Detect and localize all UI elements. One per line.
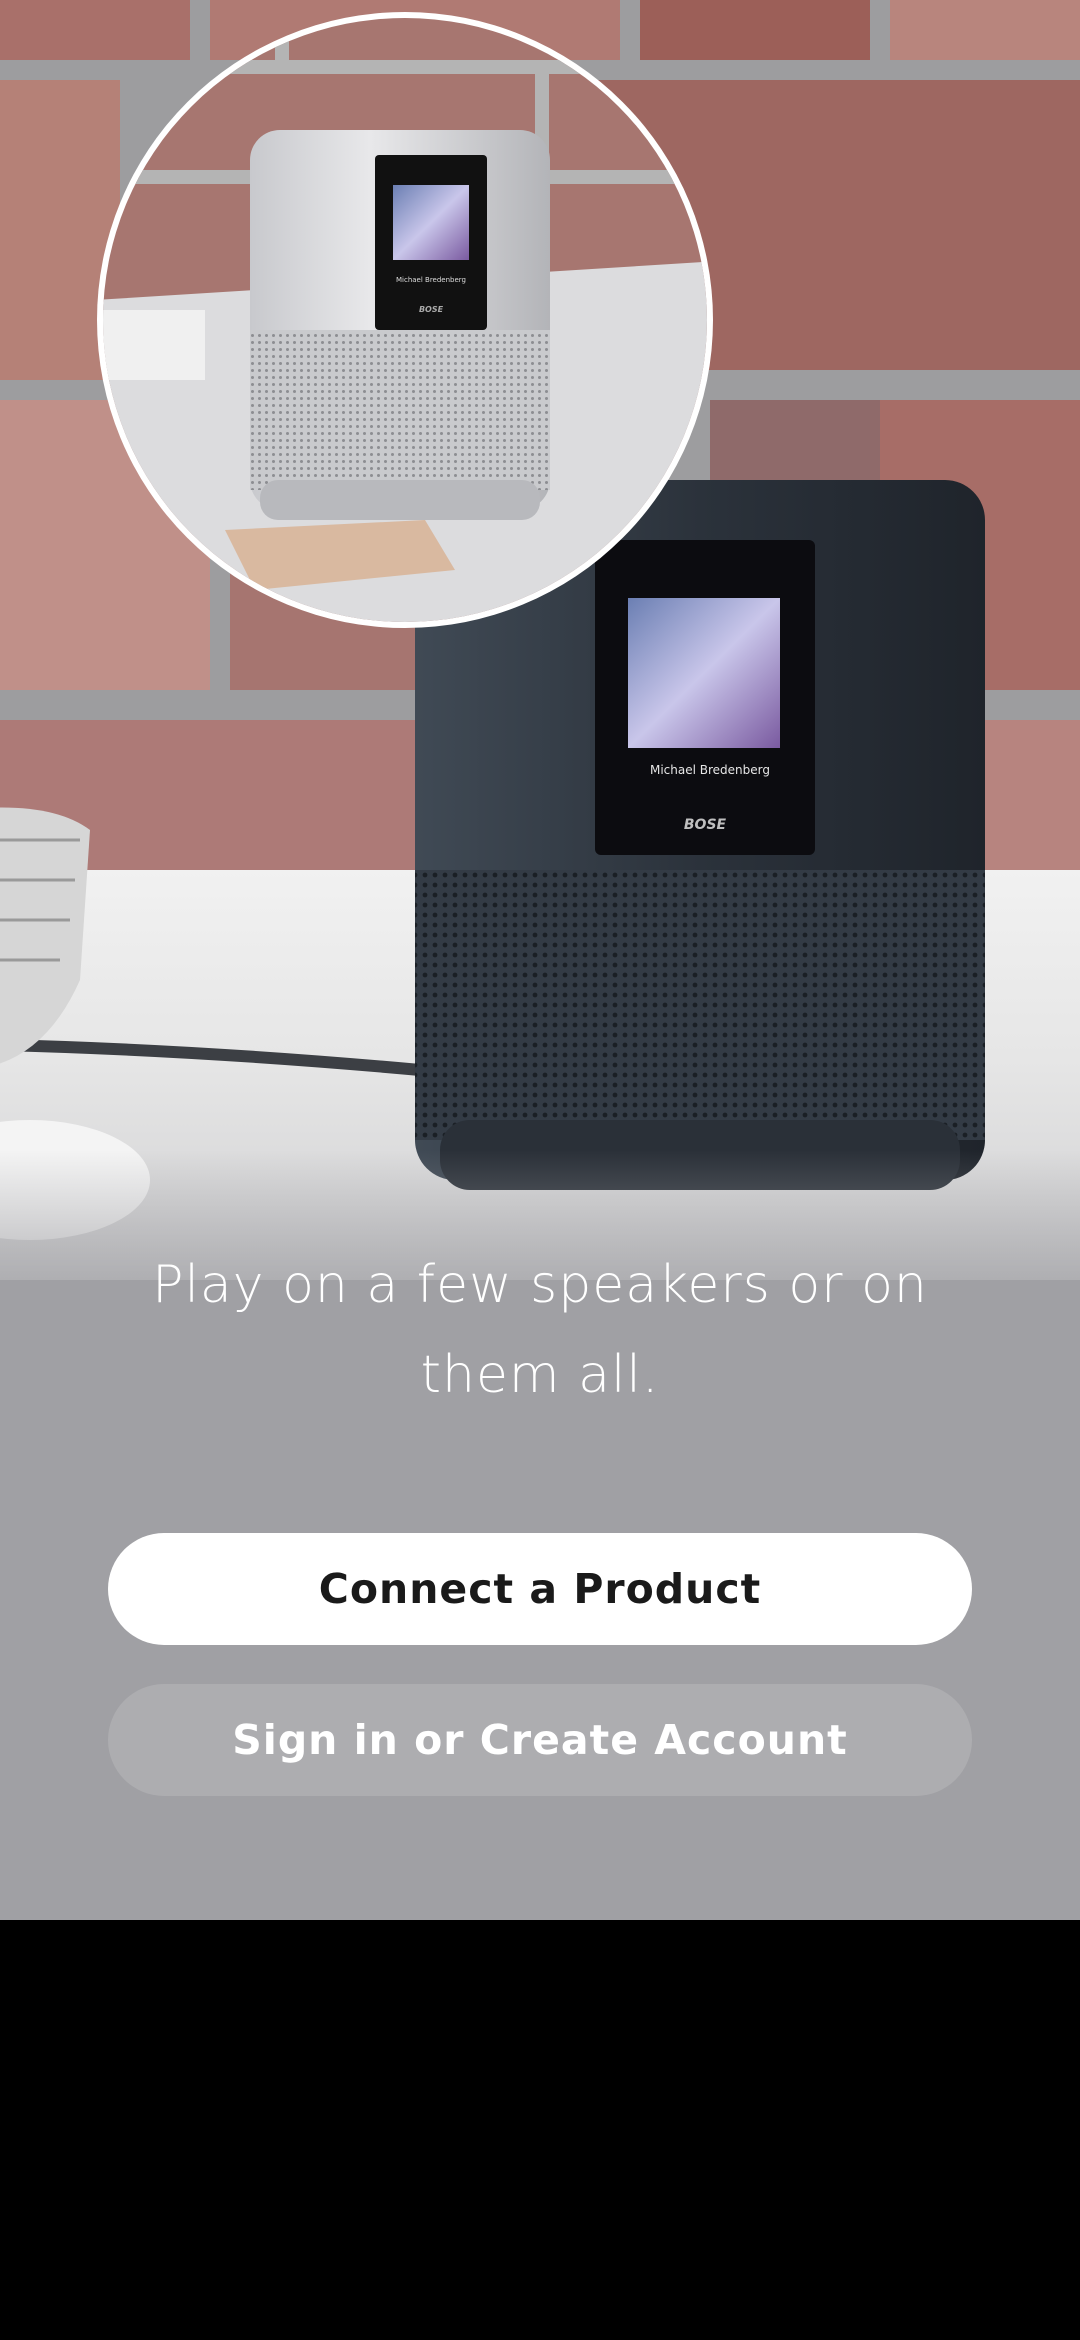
- dark-speaker-artist: Michael Bredenberg: [650, 763, 770, 777]
- onboarding-tagline: Play on a few speakers or on them all.: [152, 1255, 928, 1405]
- bottom-black-area: [0, 1920, 1080, 2340]
- sign-in-create-account-button[interactable]: Sign in or Create Account: [108, 1684, 972, 1796]
- inset-photo: Michael Bredenberg BOSE: [97, 12, 713, 628]
- inset-speaker-logo: BOSE: [419, 305, 444, 314]
- onboarding-screen: Michael Bredenberg BOSE Michael Bredenbe…: [0, 0, 1080, 2340]
- inset-speaker-artist: Michael Bredenberg: [396, 276, 466, 284]
- connect-product-button[interactable]: Connect a Product: [108, 1533, 972, 1645]
- dark-speaker-logo: BOSE: [684, 817, 727, 833]
